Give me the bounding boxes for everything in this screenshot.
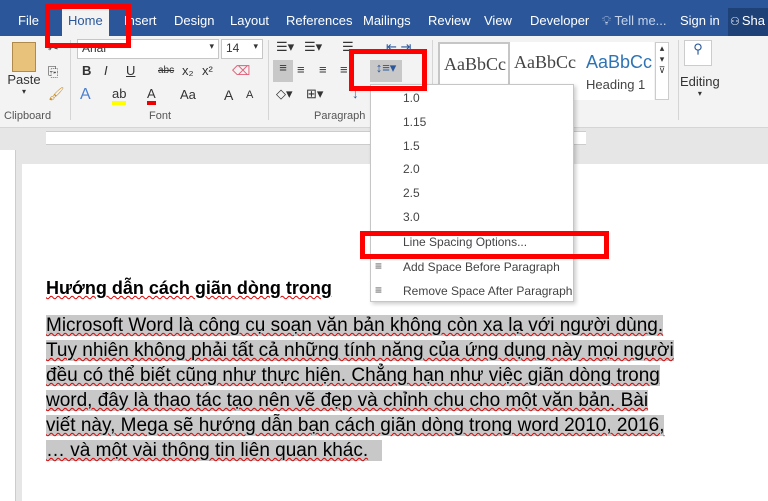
tab-developer[interactable]: Developer: [524, 8, 595, 36]
paste-label: Paste: [7, 72, 41, 87]
bold-button[interactable]: B: [82, 63, 91, 78]
bullets-icon[interactable]: ☰▾: [276, 39, 294, 55]
underline-button[interactable]: U: [126, 63, 135, 78]
strikethrough-button[interactable]: abc: [158, 65, 174, 76]
menu-item-add-space-before[interactable]: Add Space Before Paragraph: [403, 257, 560, 277]
tab-file[interactable]: File: [12, 8, 45, 36]
tell-me-box[interactable]: 💡︎ Tell me...: [596, 8, 673, 36]
font-color-icon[interactable]: A: [147, 86, 156, 105]
lightbulb-icon: 💡︎: [602, 13, 612, 28]
paragraph-line: word, đây là thao tác tạo nên vẽ đẹp và …: [46, 390, 649, 411]
menu-item-remove-space-after[interactable]: Remove Space After Paragraph: [403, 281, 572, 301]
paragraph-line: Microsoft Word là công cụ soạn văn bản k…: [46, 315, 664, 336]
paragraph-group-label: Paragraph: [314, 110, 366, 122]
editing-button[interactable]: Editing ▾: [680, 74, 720, 98]
clear-formatting-icon[interactable]: ⌫: [232, 63, 250, 79]
highlight-box-options: [360, 231, 609, 259]
highlight-icon[interactable]: ab: [112, 86, 127, 105]
align-center-icon[interactable]: ≡: [297, 62, 305, 77]
style-sample: AaBbCc: [586, 52, 653, 72]
style-sample: AaBbCc: [514, 52, 576, 72]
share-label: Sha: [741, 13, 766, 28]
style-name: Heading 1: [586, 77, 646, 92]
document-heading[interactable]: Hướng dẫn cách giãn dòng trong: [46, 278, 332, 299]
document-paragraph[interactable]: Microsoft Word là công cụ soạn văn bản k…: [46, 313, 720, 463]
clipboard-icon: [12, 42, 36, 72]
italic-button[interactable]: I: [104, 63, 108, 78]
styles-scroll[interactable]: ▴ ▾ ⊽: [655, 42, 669, 100]
line-spacing-menu: 1.0 1.15 1.5 2.0 2.5 3.0 Line Spacing Op…: [370, 84, 574, 302]
paste-button[interactable]: Paste ▾: [6, 42, 42, 102]
menu-item-3-0[interactable]: 3.0: [403, 207, 420, 227]
menu-item-1-5[interactable]: 1.5: [403, 136, 420, 156]
font-size-combo[interactable]: 14 ▾: [221, 39, 263, 59]
style-heading-1[interactable]: AaBbCc Heading 1: [582, 42, 654, 100]
borders-icon[interactable]: ⊞▾: [306, 86, 323, 102]
person-icon: ⚇: [730, 16, 740, 28]
menu-item-2-0[interactable]: 2.0: [403, 159, 420, 179]
editing-label: Editing: [680, 74, 720, 89]
paragraph-line: đều có thể biết cũng như thực hiện. Chẳn…: [46, 365, 660, 386]
copy-icon[interactable]: ⎘: [48, 64, 58, 80]
tab-mailings[interactable]: Mailings: [357, 8, 417, 36]
highlight-box-home: [45, 4, 131, 48]
shrink-font-button[interactable]: A: [246, 89, 253, 101]
tab-layout[interactable]: Layout: [224, 8, 275, 36]
style-sample: AaBbCc: [444, 54, 506, 74]
justify-icon[interactable]: ≡: [340, 62, 348, 77]
align-right-icon[interactable]: ≡: [319, 62, 327, 77]
chevron-down-icon: ▾: [21, 87, 26, 96]
tell-me-label: Tell me...: [614, 13, 667, 28]
font-size-value: 14: [226, 41, 240, 55]
grow-font-button[interactable]: A: [224, 87, 233, 103]
menu-item-1-0[interactable]: 1.0: [403, 88, 420, 108]
format-painter-icon[interactable]: 🖌︎: [48, 86, 65, 102]
menu-item-1-15[interactable]: 1.15: [403, 112, 426, 132]
search-icon[interactable]: ⚲: [684, 40, 712, 66]
tab-references[interactable]: References: [280, 8, 358, 36]
clipboard-group-label: Clipboard: [4, 110, 52, 122]
add-space-before-icon: ≡: [375, 259, 383, 273]
sign-in-link[interactable]: Sign in: [674, 8, 726, 36]
text-effects-icon[interactable]: A: [80, 86, 91, 104]
tab-view[interactable]: View: [478, 8, 518, 36]
menu-item-2-5[interactable]: 2.5: [403, 183, 420, 203]
subscript-button[interactable]: x₂: [182, 63, 194, 78]
shading-icon[interactable]: ◇▾: [276, 86, 293, 102]
paragraph-line: viết này, Mega sẽ hướng dẫn bạn cách giã…: [46, 415, 665, 436]
paragraph-line: Tuy nhiên không phải tất cả những tính n…: [46, 340, 674, 361]
align-left-icon[interactable]: ≡: [273, 60, 293, 82]
superscript-button[interactable]: x²: [202, 63, 213, 78]
numbering-icon[interactable]: ☰▾: [304, 39, 322, 55]
share-button[interactable]: ⚇ Sha: [728, 8, 768, 36]
highlight-box-line-spacing: [349, 49, 427, 91]
tab-review[interactable]: Review: [422, 8, 477, 36]
remove-space-after-icon: ≡: [375, 283, 383, 297]
vertical-ruler[interactable]: [0, 150, 16, 501]
tab-design[interactable]: Design: [168, 8, 220, 36]
font-group-label: Font: [149, 110, 172, 122]
paragraph-line: … và một vài thông tin liên quan khác.: [46, 440, 383, 461]
change-case-button[interactable]: Aa: [180, 87, 196, 102]
